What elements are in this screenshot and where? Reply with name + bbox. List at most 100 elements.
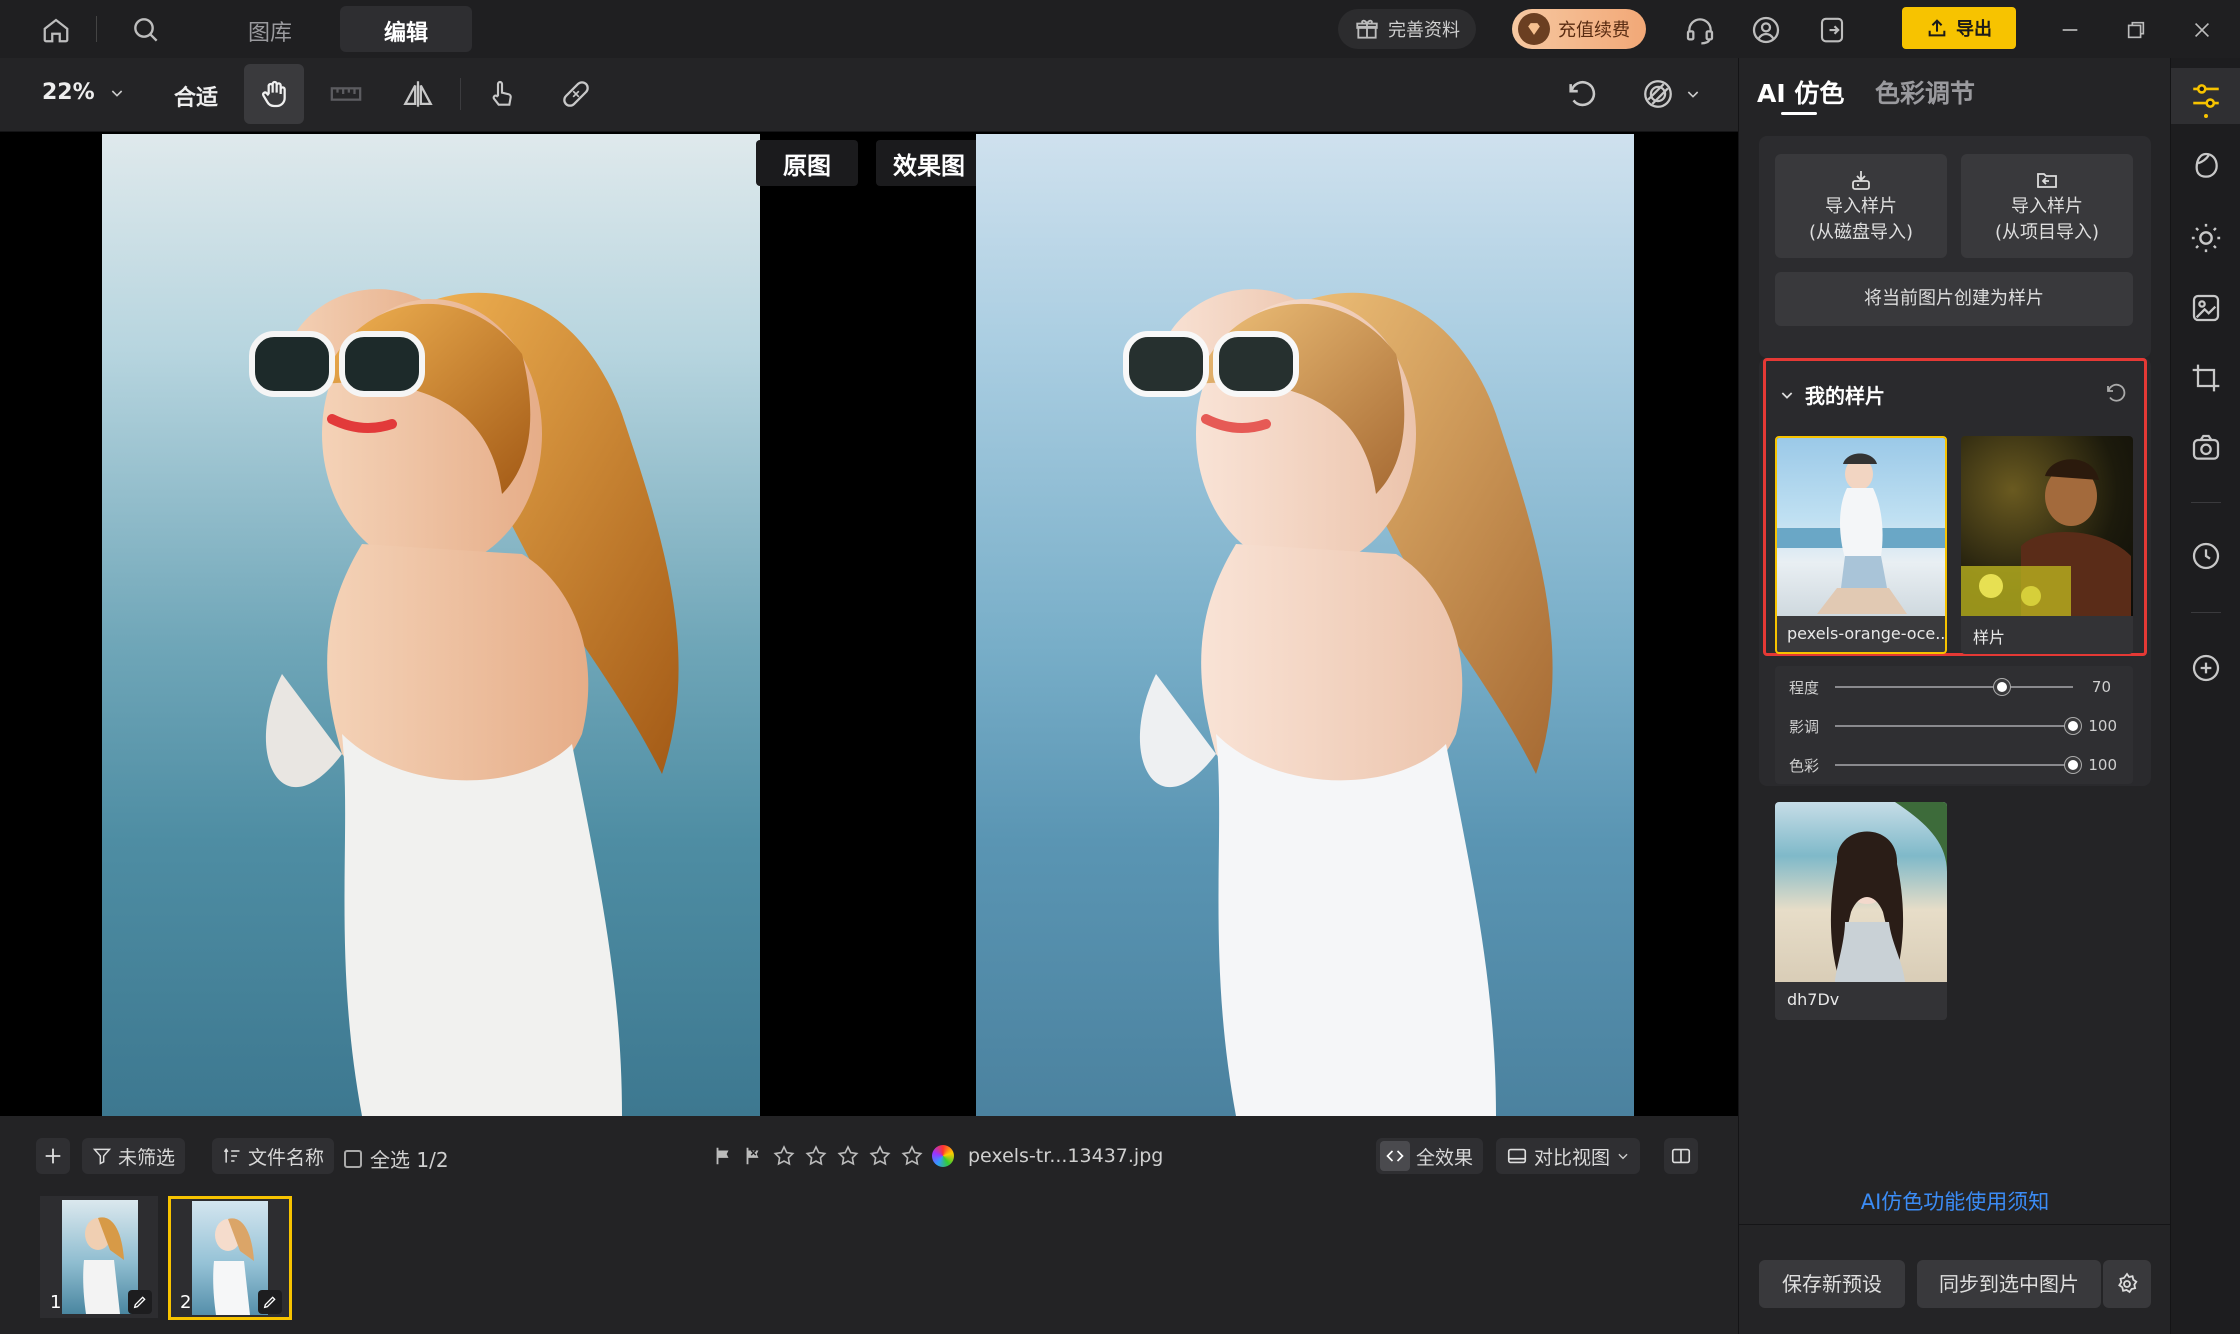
my-samples-header[interactable]: 我的样片 <box>1779 380 1885 409</box>
slider-knob[interactable] <box>2065 757 2081 773</box>
home-icon[interactable] <box>36 10 76 50</box>
slider-color[interactable]: 色彩 100 <box>1775 750 2133 780</box>
compare-view-dropdown[interactable]: 对比视图 <box>1496 1138 1641 1174</box>
slider-track <box>1835 725 2073 727</box>
my-samples-title: 我的样片 <box>1805 384 1885 408</box>
photo-canvas[interactable]: 原图 效果图 <box>0 132 1738 1116</box>
flip-button[interactable] <box>388 64 448 124</box>
sample-card-1[interactable]: pexels-orange-oce... <box>1775 436 1947 654</box>
camera-icon[interactable] <box>2171 420 2240 476</box>
sample-3-image <box>1775 802 1947 982</box>
crop-icon[interactable] <box>2171 350 2240 406</box>
star-icon[interactable] <box>868 1144 892 1168</box>
slider-knob[interactable] <box>2065 718 2081 734</box>
save-preset-button[interactable]: 保存新预设 <box>1759 1260 1905 1308</box>
edit-toolbar: 22% 合适 <box>0 58 1738 132</box>
point-select-button[interactable] <box>472 64 532 124</box>
plus-icon <box>45 1148 61 1164</box>
full-effect-button[interactable]: 全效果 <box>1376 1138 1484 1174</box>
logout-icon[interactable] <box>1812 10 1852 50</box>
overlay-mode-dropdown[interactable] <box>1626 64 1716 124</box>
original-photo <box>102 134 760 1116</box>
slider-tone[interactable]: 影调 100 <box>1775 711 2133 741</box>
slider-track <box>1835 764 2073 766</box>
slider-strength[interactable]: 程度 70 <box>1775 672 2133 702</box>
sample-card-3[interactable]: dh7Dv <box>1775 802 1947 1020</box>
user-account-icon[interactable] <box>1746 10 1786 50</box>
tab-edit[interactable]: 编辑 <box>384 15 428 47</box>
gear-icon <box>2118 1272 2138 1294</box>
ruler-icon <box>330 87 362 101</box>
diamond-icon <box>1518 13 1550 45</box>
star-icon[interactable] <box>772 1144 796 1168</box>
chevron-down-icon <box>111 89 122 97</box>
undo-button[interactable] <box>1552 64 1612 124</box>
star-icon[interactable] <box>900 1144 924 1168</box>
face-retouch-icon[interactable] <box>2171 138 2240 194</box>
folder-import-icon <box>2037 173 2057 188</box>
hand-tool-button[interactable] <box>244 64 304 124</box>
tab-ai-color-match[interactable]: AI 仿色 <box>1757 74 1844 110</box>
sample-card-2[interactable]: 样片 <box>1961 436 2133 654</box>
export-button[interactable]: 导出 <box>1902 7 2016 49</box>
minimize-icon[interactable] <box>2050 10 2090 50</box>
close-icon[interactable] <box>2182 10 2222 50</box>
flag-icon[interactable] <box>712 1145 734 1167</box>
support-headset-icon[interactable] <box>1680 10 1720 50</box>
sort-button[interactable]: 文件名称 <box>212 1138 335 1174</box>
import-from-project-button[interactable]: 导入样片 (从项目导入) <box>1961 154 2133 258</box>
disk-import-icon <box>1852 171 1870 190</box>
tab-color-adjust[interactable]: 色彩调节 <box>1875 74 1975 110</box>
thumbnail-1[interactable]: 1 <box>40 1196 158 1318</box>
divider <box>2191 612 2221 613</box>
select-all-checkbox[interactable]: 全选 1/2 <box>344 1144 449 1173</box>
slider-knob[interactable] <box>1993 679 2010 695</box>
import-project-line1: 导入样片 <box>2011 196 2083 217</box>
healing-button[interactable] <box>546 64 606 124</box>
file-name: pexels-tr...13437.jpg <box>968 1145 1164 1167</box>
sample-3-name: dh7Dv <box>1787 990 1840 1009</box>
select-all-label: 全选 1/2 <box>370 1148 449 1172</box>
zoom-value: 22% <box>42 80 95 105</box>
sync-selected-button[interactable]: 同步到选中图片 <box>1917 1260 2101 1308</box>
ruler-tool-button[interactable] <box>316 64 376 124</box>
zoom-dropdown[interactable]: 22% <box>42 80 125 105</box>
reject-flag-icon[interactable] <box>742 1145 764 1167</box>
add-image-button[interactable] <box>36 1138 70 1174</box>
history-clock-icon[interactable] <box>2171 528 2240 584</box>
star-icon[interactable] <box>836 1144 860 1168</box>
title-bar: 图库 编辑 完善资料 充值续费 导出 <box>0 0 2240 58</box>
create-sample-button[interactable]: 将当前图片创建为样片 <box>1775 272 2133 326</box>
slider-label: 程度 <box>1789 678 1820 697</box>
original-label: 原图 <box>756 140 858 186</box>
brightness-icon[interactable] <box>2171 210 2240 266</box>
star-icon[interactable] <box>804 1144 828 1168</box>
fit-button[interactable]: 合适 <box>174 80 218 112</box>
sample-1-name: pexels-orange-oce... <box>1787 624 1947 643</box>
thumbnail-1-image <box>62 1200 138 1314</box>
thumbnail-index: 2 <box>180 1292 192 1313</box>
color-label-icon[interactable] <box>932 1145 954 1167</box>
rating-bar: pexels-tr...13437.jpg <box>712 1144 1163 1168</box>
complete-profile-button[interactable]: 完善资料 <box>1338 9 1476 49</box>
add-circle-icon[interactable] <box>2171 640 2240 696</box>
hand-icon <box>262 80 286 108</box>
tab-gallery[interactable]: 图库 <box>248 15 292 47</box>
recharge-label: 充值续费 <box>1558 20 1630 41</box>
recharge-button[interactable]: 充值续费 <box>1512 9 1646 49</box>
sample-2-name: 样片 <box>1973 628 2006 647</box>
slider-label: 影调 <box>1789 717 1820 736</box>
refresh-icon[interactable] <box>2101 378 2131 408</box>
divider <box>1739 1224 2171 1225</box>
sort-icon <box>223 1147 240 1163</box>
help-link[interactable]: AI仿色功能使用须知 <box>1739 1186 2171 1216</box>
import-from-disk-button[interactable]: 导入样片 (从磁盘导入) <box>1775 154 1947 258</box>
restore-window-icon[interactable] <box>2116 10 2156 50</box>
filter-button[interactable]: 未筛选 <box>82 1138 186 1174</box>
search-icon[interactable] <box>126 10 166 50</box>
split-view-button[interactable] <box>1664 1138 1698 1174</box>
thumbnail-2[interactable]: 2 <box>168 1196 292 1320</box>
image-edit-icon[interactable] <box>2171 280 2240 336</box>
sort-label: 文件名称 <box>248 1146 325 1169</box>
sync-settings-button[interactable] <box>2103 1260 2151 1308</box>
